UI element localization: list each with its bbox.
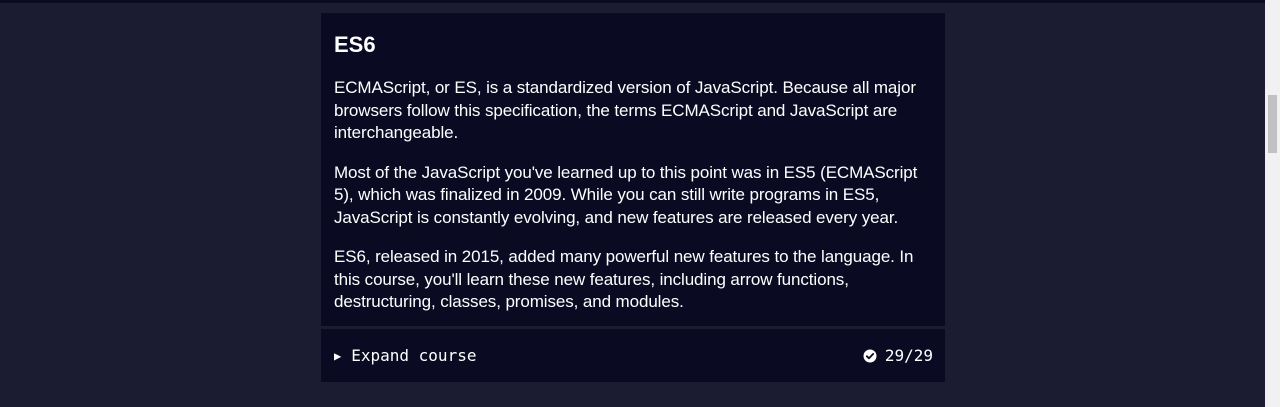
page-scrollbar[interactable] (1265, 0, 1280, 407)
course-paragraph-2: Most of the JavaScript you've learned up… (334, 162, 918, 227)
progress-count: 29/29 (884, 346, 933, 365)
course-paragraph-3: ES6, released in 2015, added many powerf… (334, 247, 914, 311)
play-triangle-icon: ▶ (334, 348, 342, 363)
course-progress: 29/29 (863, 346, 933, 365)
course-description: ES6 ECMAScript, or ES, is a standardized… (321, 13, 945, 312)
expand-course-label: Expand course (351, 346, 477, 365)
course-paragraph-1: ECMAScript, or ES, is a standardized ver… (334, 78, 916, 142)
check-circle-icon (863, 349, 877, 362)
course-title: ES6 (334, 32, 376, 57)
top-border (0, 0, 1280, 3)
course-footer: ▶ Expand course 29/29 (321, 329, 945, 382)
expand-course-button[interactable]: ▶ Expand course (334, 346, 476, 365)
scrollbar-thumb[interactable] (1268, 95, 1277, 153)
course-card: ES6 ECMAScript, or ES, is a standardized… (321, 13, 945, 382)
